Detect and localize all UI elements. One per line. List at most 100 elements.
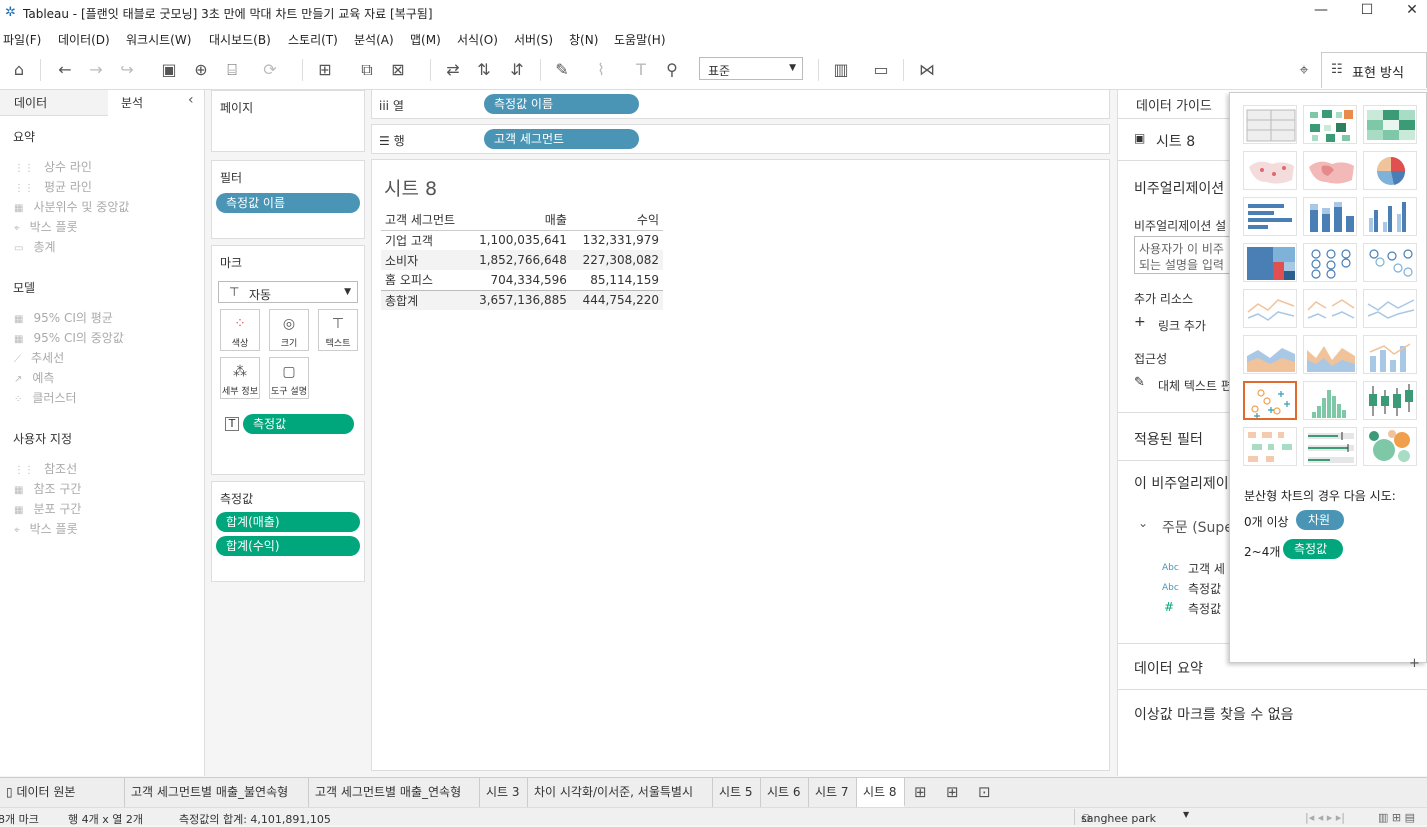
swap-rows-columns-icon[interactable]: ⇄ <box>442 59 464 81</box>
data-guide-tab[interactable]: 데이터 가이드 <box>1136 95 1212 114</box>
refresh-icon[interactable]: ⟳ <box>259 59 281 81</box>
text-button[interactable]: ⊤ 텍스트 <box>318 309 358 351</box>
measure-pill-profit[interactable]: 합계(수익) <box>216 536 360 556</box>
show-cards-icon[interactable]: ▥ <box>830 59 852 81</box>
share-icon[interactable]: ⋈ <box>916 59 938 81</box>
pages-card[interactable]: 페이지 <box>211 90 365 152</box>
fit-dropdown[interactable]: 표준 ▼ <box>699 57 803 80</box>
user-menu[interactable]: ⚇ sanghee park ▼ <box>1074 809 1194 825</box>
item-box-plot[interactable]: ⌖ 박스 플롯 <box>14 218 78 235</box>
header-sales[interactable]: 매출 <box>466 210 571 231</box>
chart-type-gantt[interactable] <box>1243 427 1297 466</box>
tooltip-button[interactable]: ▢ 도구 설명 <box>269 357 309 399</box>
item-totals[interactable]: ▭ 총계 <box>14 238 56 255</box>
menu-data[interactable]: 데이터(D) <box>58 31 110 48</box>
chart-type-area-continuous[interactable] <box>1243 335 1297 374</box>
columns-shelf[interactable]: iii 열 측정값 이름 <box>371 89 1110 119</box>
highlight-icon[interactable]: ✎ <box>551 59 573 81</box>
new-datasource-icon[interactable]: ⊕ <box>190 59 212 81</box>
header-profit[interactable]: 수익 <box>570 210 663 231</box>
chart-type-highlight-table[interactable] <box>1363 105 1417 144</box>
tab-sheet[interactable]: 고객 세그먼트별 매출_불연속형 <box>125 778 309 807</box>
tab-data[interactable]: 데이터 <box>14 94 47 111</box>
undo-icon[interactable]: ← <box>54 59 76 81</box>
filters-card[interactable]: 필터 측정값 이름 <box>211 160 365 239</box>
chart-type-box-whisker[interactable] <box>1363 381 1417 420</box>
menu-format[interactable]: 서식(O) <box>457 31 498 48</box>
tab-analytics[interactable]: 분석 <box>121 94 143 111</box>
datasource-name[interactable]: 주문 (Supe <box>1162 517 1233 537</box>
collapse-panel-icon[interactable]: ‹ <box>188 92 194 108</box>
chart-type-area-discrete[interactable] <box>1303 335 1357 374</box>
detail-button[interactable]: ⁂ 세부 정보 <box>220 357 260 399</box>
size-button[interactable]: ◎ 크기 <box>269 309 309 351</box>
data-summary-heading[interactable]: 데이터 요약 <box>1134 658 1203 678</box>
presentation-mode-icon[interactable]: ▭ <box>870 59 892 81</box>
applied-filters-heading[interactable]: 적용된 필터 <box>1134 429 1203 449</box>
sort-ascending-icon[interactable]: ⇅ <box>473 59 495 81</box>
chart-type-discrete-lines[interactable] <box>1303 289 1357 328</box>
chevron-down-icon[interactable]: ⌄ <box>1138 516 1148 530</box>
new-sheet-icon[interactable]: ⊞ <box>314 59 336 81</box>
highlighter-icon[interactable]: ⌖ <box>1293 59 1315 81</box>
group-icon[interactable]: ⌇ <box>590 59 612 81</box>
chart-type-side-by-side-bars[interactable] <box>1363 197 1417 236</box>
add-link[interactable]: 링크 추가 <box>1158 317 1206 334</box>
table-row[interactable]: 기업 고객 1,100,035,641 132,331,979 <box>381 230 663 250</box>
show-labels-icon[interactable]: T <box>630 59 652 81</box>
menu-story[interactable]: 스토리(T) <box>288 31 338 48</box>
chart-type-heat-map[interactable] <box>1303 105 1357 144</box>
item-reference-line[interactable]: ⋮⋮ 참조선 <box>14 460 77 477</box>
tab-sheet[interactable]: 고객 세그먼트별 매출_연속형 <box>309 778 480 807</box>
new-story-icon[interactable]: ⊡ <box>978 783 991 801</box>
maximize-button[interactable]: ☐ <box>1352 2 1382 18</box>
chart-type-text-table[interactable] <box>1243 105 1297 144</box>
chart-type-horizontal-bars[interactable] <box>1243 197 1297 236</box>
menu-dashboard[interactable]: 대시보드(B) <box>209 31 271 48</box>
chart-type-continuous-lines[interactable] <box>1243 289 1297 328</box>
menu-file[interactable]: 파일(F) <box>3 31 41 48</box>
tab-sheet[interactable]: 시트 6 <box>761 778 809 807</box>
chart-type-bullet-graph[interactable] <box>1303 427 1357 466</box>
mark-type-dropdown[interactable]: ⊤ 자동 ▼ <box>218 281 358 303</box>
header-segment[interactable]: 고객 세그먼트 <box>381 210 467 231</box>
pin-axes-icon[interactable]: ⚲ <box>661 59 683 81</box>
edit-alt-text[interactable]: 대체 텍스트 편 <box>1158 377 1232 394</box>
chart-type-circle-views[interactable] <box>1303 243 1357 282</box>
item-reference-band[interactable]: ▦ 참조 구간 <box>14 480 81 497</box>
tab-sheet[interactable]: 시트 7 <box>809 778 857 807</box>
save-icon[interactable]: ▣ <box>158 59 180 81</box>
menu-map[interactable]: 맵(M) <box>410 31 441 48</box>
chart-type-filled-map[interactable] <box>1303 151 1357 190</box>
view-canvas[interactable]: 시트 8 고객 세그먼트 매출 수익 기업 고객 1,100,035,641 1… <box>371 159 1110 771</box>
tab-sheet[interactable]: 시트 3 <box>480 778 528 807</box>
tab-sheet-active[interactable]: 시트 8 <box>857 778 905 807</box>
table-row[interactable]: 홈 오피스 704,334,596 85,114,159 <box>381 270 663 290</box>
sheet-navigation-icons[interactable]: |◂ ◂ ▸ ▸| <box>1305 811 1345 824</box>
chart-type-dual-lines[interactable] <box>1363 289 1417 328</box>
chart-type-side-by-side-circles[interactable] <box>1363 243 1417 282</box>
chart-type-scatter-plot[interactable] <box>1243 381 1297 420</box>
menu-window[interactable]: 창(N) <box>569 31 598 48</box>
chart-type-symbol-map[interactable] <box>1243 151 1297 190</box>
pause-updates-icon[interactable]: ⌸ <box>221 59 243 81</box>
chart-type-dual-combination[interactable] <box>1363 335 1417 374</box>
sheet-title[interactable]: 시트 8 <box>384 174 437 201</box>
home-icon[interactable]: ⌂ <box>8 59 30 81</box>
measure-pill-sales[interactable]: 합계(매출) <box>216 512 360 532</box>
show-me-button[interactable]: ☷ 표현 방식 <box>1321 52 1427 88</box>
chart-type-treemap[interactable] <box>1243 243 1297 282</box>
item-cluster[interactable]: ⁘ 클러스터 <box>14 389 77 406</box>
clear-sheet-icon[interactable]: ⊠ <box>387 59 409 81</box>
rows-shelf[interactable]: ☰ 행 고객 세그먼트 <box>371 124 1110 154</box>
item-forecast[interactable]: ↗ 예측 <box>14 369 54 386</box>
tab-sheet[interactable]: 시트 5 <box>713 778 761 807</box>
item-custom-box-plot[interactable]: ⌖ 박스 플롯 <box>14 520 78 537</box>
rows-pill-customer-segment[interactable]: 고객 세그먼트 <box>484 129 639 149</box>
replay-icon[interactable]: ↪ <box>116 59 138 81</box>
add-summary-plus-icon[interactable]: + <box>1409 656 1420 671</box>
chart-type-packed-bubbles[interactable] <box>1363 427 1417 466</box>
filter-pill-measure-names[interactable]: 측정값 이름 <box>216 193 360 213</box>
item-constant-line[interactable]: ⋮⋮ 상수 라인 <box>14 158 92 175</box>
mark-pill-measure-values[interactable]: 측정값 <box>243 414 354 434</box>
